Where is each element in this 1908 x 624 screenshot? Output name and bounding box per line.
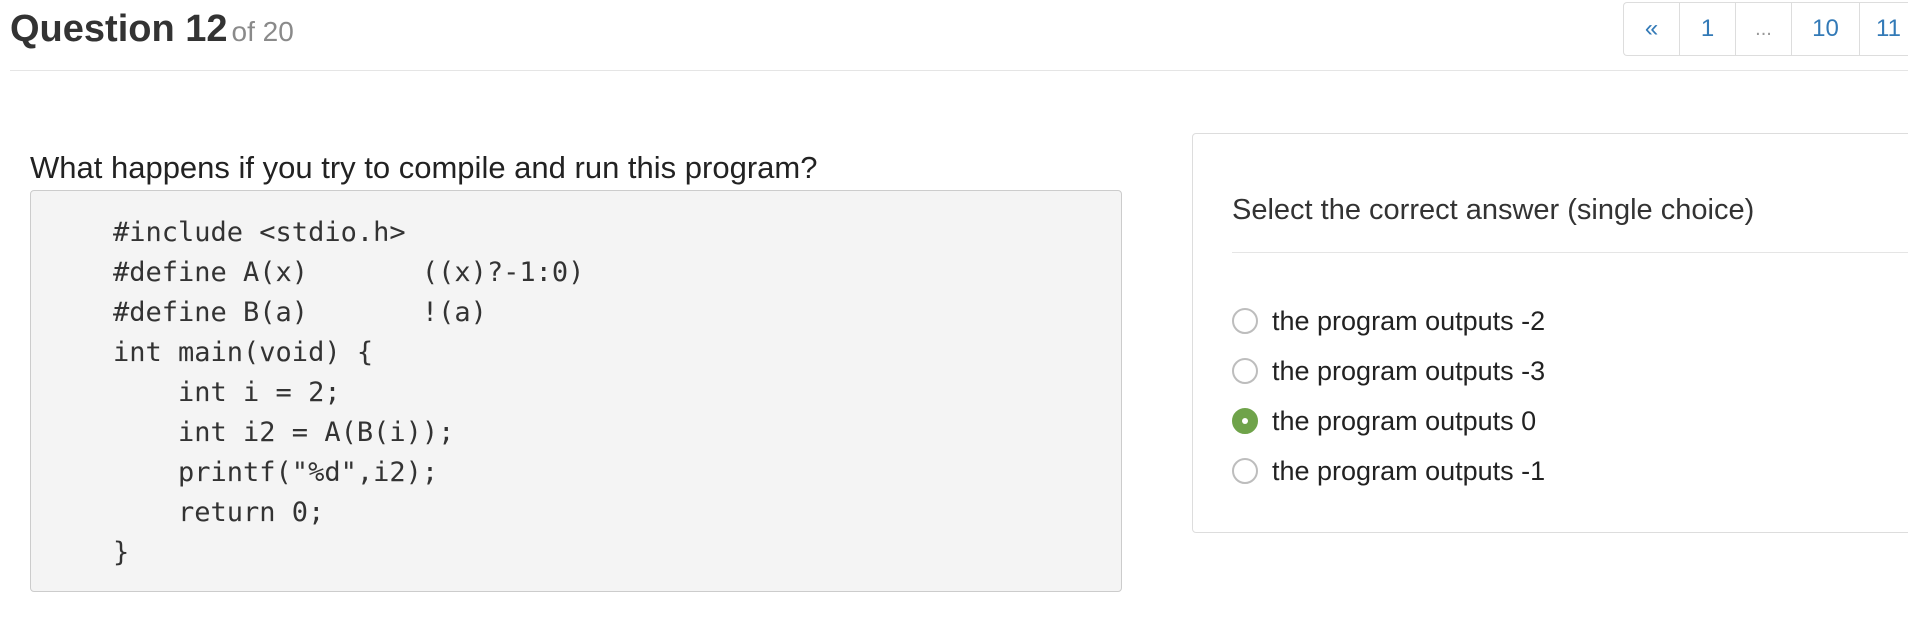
answer-option[interactable]: the program outputs -3 [1232, 346, 1882, 396]
answer-option[interactable]: the program outputs 0 [1232, 396, 1882, 446]
pagination-page-11[interactable]: 11 [1860, 3, 1908, 55]
answer-panel: Select the correct answer (single choice… [1192, 133, 1908, 533]
radio-button[interactable] [1232, 308, 1258, 334]
question-pagination: « 1 ... 10 11 [1623, 2, 1908, 56]
question-number: Question 12 [10, 8, 228, 50]
code-block: #include <stdio.h> #define A(x) ((x)?-1:… [30, 190, 1122, 592]
divider [1232, 252, 1908, 253]
page-title: Question 12 of 20 [10, 8, 294, 51]
pagination-ellipsis: ... [1736, 3, 1792, 55]
radio-button[interactable] [1232, 358, 1258, 384]
radio-button[interactable] [1232, 458, 1258, 484]
answer-option-label[interactable]: the program outputs 0 [1272, 406, 1536, 437]
answer-option-label[interactable]: the program outputs -2 [1272, 306, 1545, 337]
pagination-page-1[interactable]: 1 [1680, 3, 1736, 55]
question-text: What happens if you try to compile and r… [30, 150, 818, 185]
radio-button[interactable] [1232, 408, 1258, 434]
pagination-page-10[interactable]: 10 [1792, 3, 1860, 55]
answer-option-label[interactable]: the program outputs -3 [1272, 356, 1545, 387]
answer-option-label[interactable]: the program outputs -1 [1272, 456, 1545, 487]
answer-option[interactable]: the program outputs -2 [1232, 296, 1882, 346]
question-total: of 20 [231, 16, 294, 47]
answer-heading: Select the correct answer (single choice… [1232, 194, 1755, 226]
answer-option[interactable]: the program outputs -1 [1232, 446, 1882, 496]
quiz-page: Question 12 of 20 « 1 ... 10 11 What happ… [0, 0, 1908, 624]
pagination-prev-button[interactable]: « [1624, 3, 1680, 55]
answer-options: the program outputs -2 the program outpu… [1232, 296, 1882, 496]
code-snippet: #include <stdio.h> #define A(x) ((x)?-1:… [113, 217, 585, 568]
